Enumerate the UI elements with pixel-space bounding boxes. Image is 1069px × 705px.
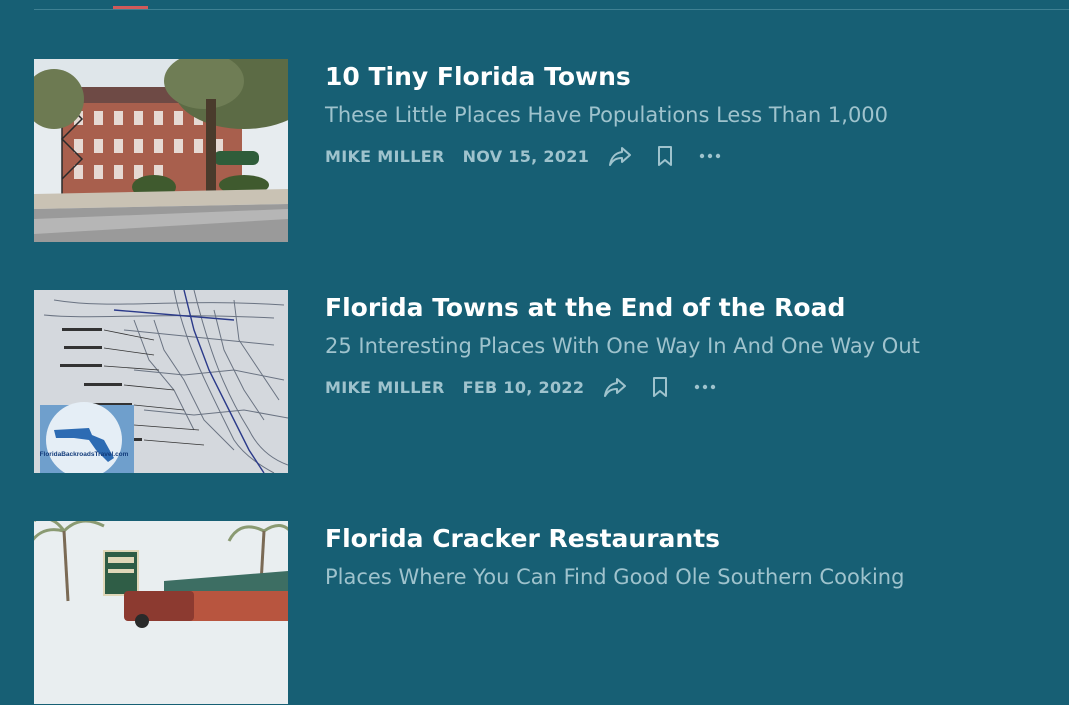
post-thumbnail[interactable] xyxy=(34,521,288,704)
more-icon xyxy=(699,153,721,159)
share-icon xyxy=(609,147,632,166)
bookmark-icon xyxy=(653,377,668,397)
share-icon xyxy=(604,378,627,397)
more-button[interactable] xyxy=(692,374,718,400)
header-divider xyxy=(34,9,1069,10)
post-thumbnail[interactable] xyxy=(34,59,288,242)
more-icon xyxy=(695,384,716,390)
florida-map-photo: FloridaBackroadsTravel.com xyxy=(34,290,288,473)
post-title[interactable]: 10 Tiny Florida Towns xyxy=(325,62,631,91)
post-subtitle[interactable]: These Little Places Have Populations Les… xyxy=(325,103,888,127)
bookmark-button[interactable] xyxy=(652,143,678,169)
post-title[interactable]: Florida Towns at the End of the Road xyxy=(325,293,845,322)
post-meta: MIKE MILLER NOV 15, 2021 xyxy=(325,145,742,167)
post-subtitle[interactable]: 25 Interesting Places With One Way In An… xyxy=(325,334,920,358)
post-item: FloridaBackroadsTravel.com Florida Towns… xyxy=(34,290,1034,474)
post-title[interactable]: Florida Cracker Restaurants xyxy=(325,524,720,553)
post-date: NOV 15, 2021 xyxy=(462,146,590,166)
post-meta: MIKE MILLER FEB 10, 2022 xyxy=(325,376,737,398)
post-thumbnail[interactable]: FloridaBackroadsTravel.com xyxy=(34,290,288,473)
post-author[interactable]: MIKE MILLER xyxy=(325,147,445,166)
post-item: 10 Tiny Florida Towns These Little Place… xyxy=(34,59,1034,243)
active-tab-indicator xyxy=(113,6,148,9)
thumbnail-caption: FloridaBackroadsTravel.com xyxy=(40,451,129,458)
restaurant-sign-photo xyxy=(34,521,288,704)
share-button[interactable] xyxy=(602,374,628,400)
bookmark-button[interactable] xyxy=(647,374,673,400)
bookmark-icon xyxy=(658,146,673,166)
post-date: FEB 10, 2022 xyxy=(462,377,585,397)
post-subtitle[interactable]: Places Where You Can Find Good Ole South… xyxy=(325,565,904,589)
post-item: Florida Cracker Restaurants Places Where… xyxy=(34,521,1034,705)
brick-hotel-photo xyxy=(34,59,288,242)
more-button[interactable] xyxy=(697,143,723,169)
post-author[interactable]: MIKE MILLER xyxy=(325,378,445,397)
share-button[interactable] xyxy=(607,143,633,169)
